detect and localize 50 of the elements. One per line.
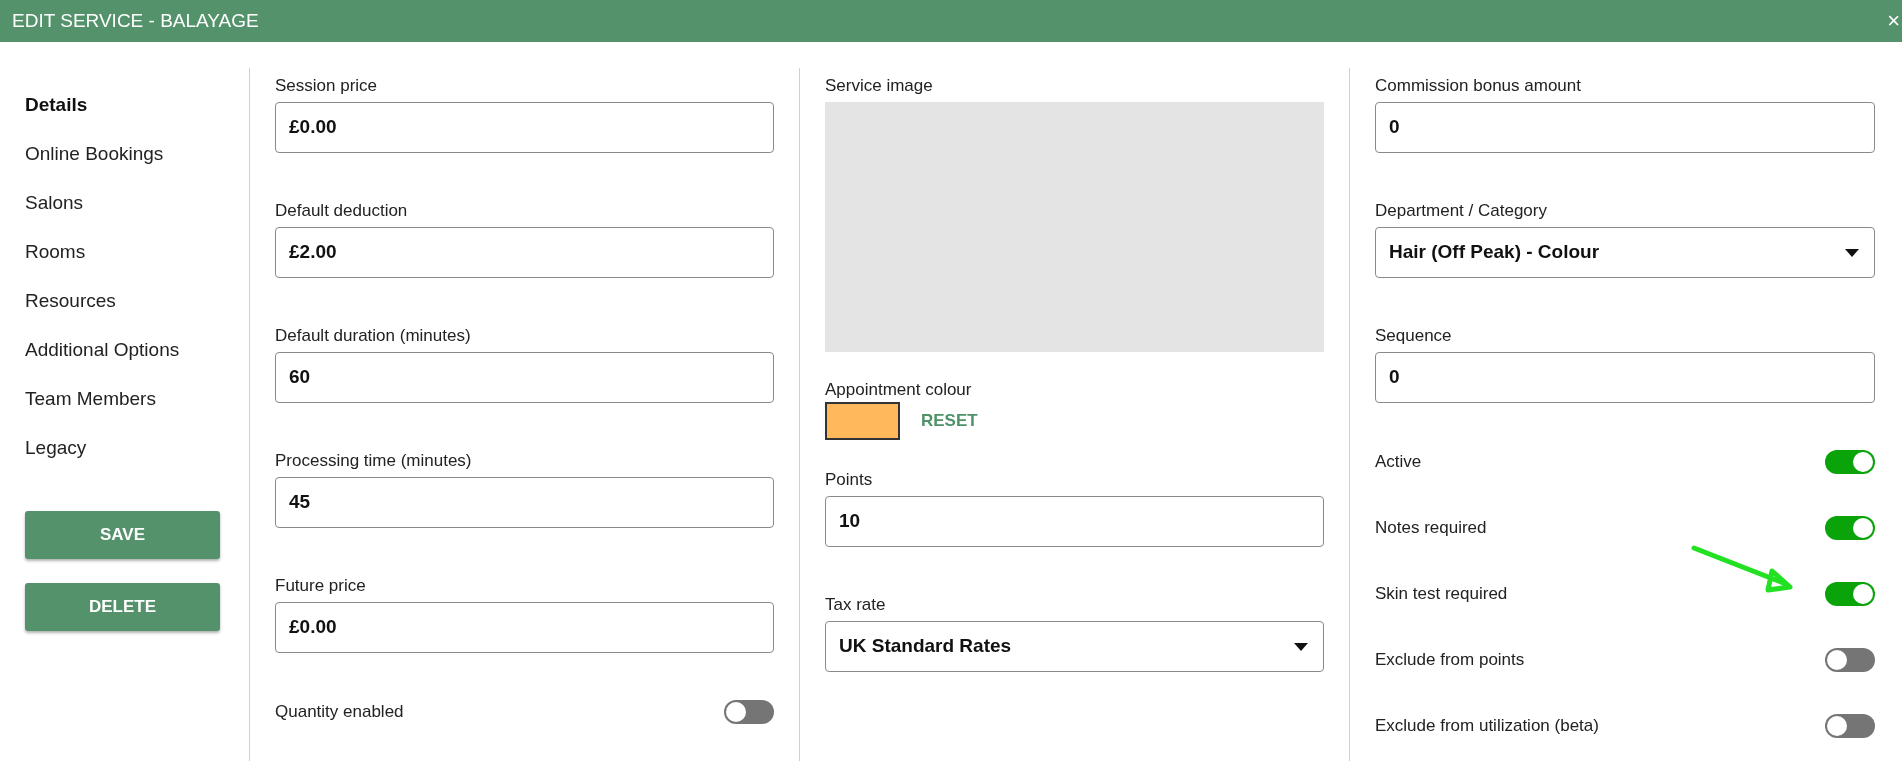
- toggle-switch[interactable]: [1825, 450, 1875, 474]
- dropdown-field[interactable]: Hair (Off Peak) - Colour: [1375, 227, 1875, 278]
- caret-icon: [1294, 642, 1308, 651]
- input-field[interactable]: 60: [275, 352, 774, 403]
- sidebar-item[interactable]: Additional Options: [25, 326, 223, 375]
- field-label: Sequence: [1375, 326, 1453, 346]
- sidebar-item[interactable]: Details: [25, 81, 223, 130]
- input-field[interactable]: £0.00: [275, 102, 774, 153]
- input-field[interactable]: £0.00: [275, 602, 774, 653]
- toggle-switch[interactable]: [724, 700, 774, 724]
- toggle-label: Active: [1375, 451, 1422, 474]
- field-label: Processing time (minutes): [275, 451, 473, 471]
- sidebar-item[interactable]: Team Members: [25, 375, 223, 424]
- toggle-switch[interactable]: [1825, 714, 1875, 738]
- field-label: Tax rate: [825, 595, 887, 615]
- toggle-label: Notes required: [1375, 517, 1487, 540]
- toggle-switch[interactable]: [1825, 648, 1875, 672]
- toggle-switch[interactable]: [1825, 516, 1875, 540]
- toggle-label: Exclude from utilization (beta): [1375, 715, 1599, 738]
- sidebar-item[interactable]: Online Bookings: [25, 130, 223, 179]
- sidebar-item[interactable]: Salons: [25, 179, 223, 228]
- field-label: Default duration (minutes): [275, 326, 472, 346]
- save-button[interactable]: SAVE: [25, 511, 220, 559]
- window-title: EDIT SERVICE - BALAYAGE: [12, 8, 259, 33]
- input-field[interactable]: 45: [275, 477, 774, 528]
- dropdown-field[interactable]: UK Standard Rates: [825, 621, 1324, 672]
- input-field[interactable]: 10: [825, 496, 1324, 547]
- toggle-label: Skin test required: [1375, 583, 1508, 606]
- field-label: Service image: [825, 76, 934, 96]
- delete-button[interactable]: DELETE: [25, 583, 220, 631]
- toggle-label: Exclude from points: [1375, 649, 1525, 672]
- field-label: Session price: [275, 76, 379, 96]
- input-field[interactable]: 0: [1375, 352, 1875, 403]
- toggle-label: Quantity enabled: [275, 701, 404, 724]
- field-label: Appointment colour: [825, 380, 973, 400]
- reset-button[interactable]: RESET: [921, 408, 978, 434]
- field-label: Points: [825, 470, 874, 490]
- input-field[interactable]: £2.00: [275, 227, 774, 278]
- caret-icon: [1845, 248, 1859, 257]
- toggle-switch[interactable]: [1825, 582, 1875, 606]
- field-label: Commission bonus amount: [1375, 76, 1582, 96]
- sidebar-item[interactable]: Legacy: [25, 424, 223, 473]
- sidebar-item[interactable]: Resources: [25, 277, 223, 326]
- sidebar-item[interactable]: Rooms: [25, 228, 223, 277]
- field-label: Future price: [275, 576, 367, 596]
- field-label: Department / Category: [1375, 201, 1548, 221]
- field-label: Default deduction: [275, 201, 409, 221]
- close-button[interactable]: ×: [1887, 10, 1900, 32]
- input-field[interactable]: 0: [1375, 102, 1875, 153]
- colour-swatch[interactable]: [825, 402, 900, 440]
